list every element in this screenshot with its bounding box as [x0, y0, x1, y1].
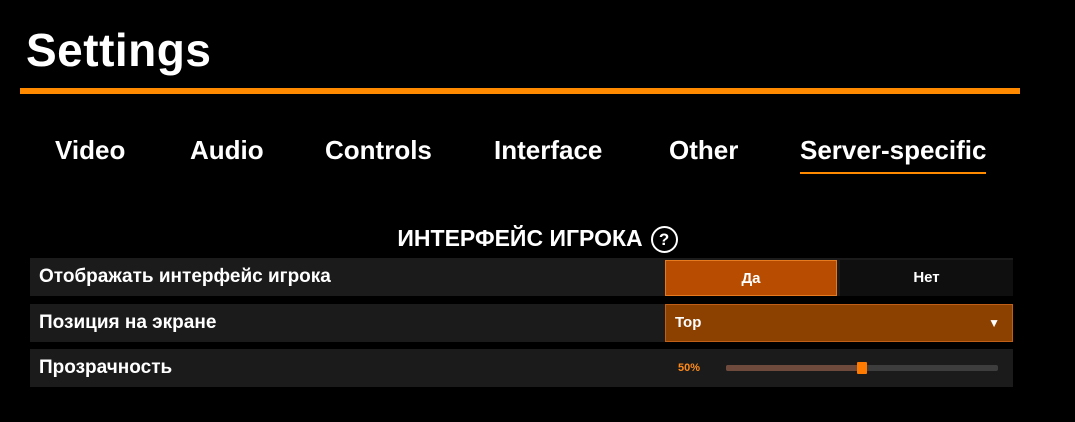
question-circle-icon[interactable]: ?: [650, 226, 678, 253]
setting-row-show-interface: Отображать интерфейс игрока Да Нет: [30, 258, 1013, 296]
slider-thumb[interactable]: [857, 362, 867, 374]
slider-fill: [726, 365, 862, 371]
page-title: Settings: [26, 24, 212, 76]
setting-label: Позиция на экране: [39, 312, 217, 333]
setting-label: Прозрачность: [39, 357, 173, 378]
settings-tabs: Video Audio Controls Interface Other Ser…: [0, 130, 1075, 174]
yes-button[interactable]: Да: [665, 260, 837, 296]
tab-video[interactable]: Video: [55, 130, 125, 170]
tab-controls[interactable]: Controls: [325, 130, 432, 170]
tab-audio[interactable]: Audio: [190, 130, 264, 170]
setting-label: Отображать интерфейс игрока: [39, 266, 331, 287]
setting-row-position: Позиция на экране Top ▼: [30, 304, 1013, 342]
position-dropdown[interactable]: Top ▼: [665, 304, 1013, 342]
transparency-slider[interactable]: [726, 362, 998, 374]
settings-screen: Settings Video Audio Controls Interface …: [0, 0, 1075, 422]
section-header: ИНТЕРФЕЙС ИГРОКА?: [0, 222, 1075, 254]
tab-other[interactable]: Other: [669, 130, 738, 170]
slider-value: 50%: [678, 362, 701, 374]
no-button[interactable]: Нет: [840, 260, 1013, 296]
dropdown-value: Top: [675, 314, 702, 331]
tab-server-specific[interactable]: Server-specific: [800, 130, 987, 174]
title-divider: [20, 88, 1020, 94]
dropdown-caret-icon: ▼: [988, 316, 1000, 330]
tab-interface[interactable]: Interface: [494, 130, 602, 170]
section-title: ИНТЕРФЕЙС ИГРОКА: [397, 225, 643, 251]
setting-row-transparency: Прозрачность 50%: [30, 349, 1013, 387]
